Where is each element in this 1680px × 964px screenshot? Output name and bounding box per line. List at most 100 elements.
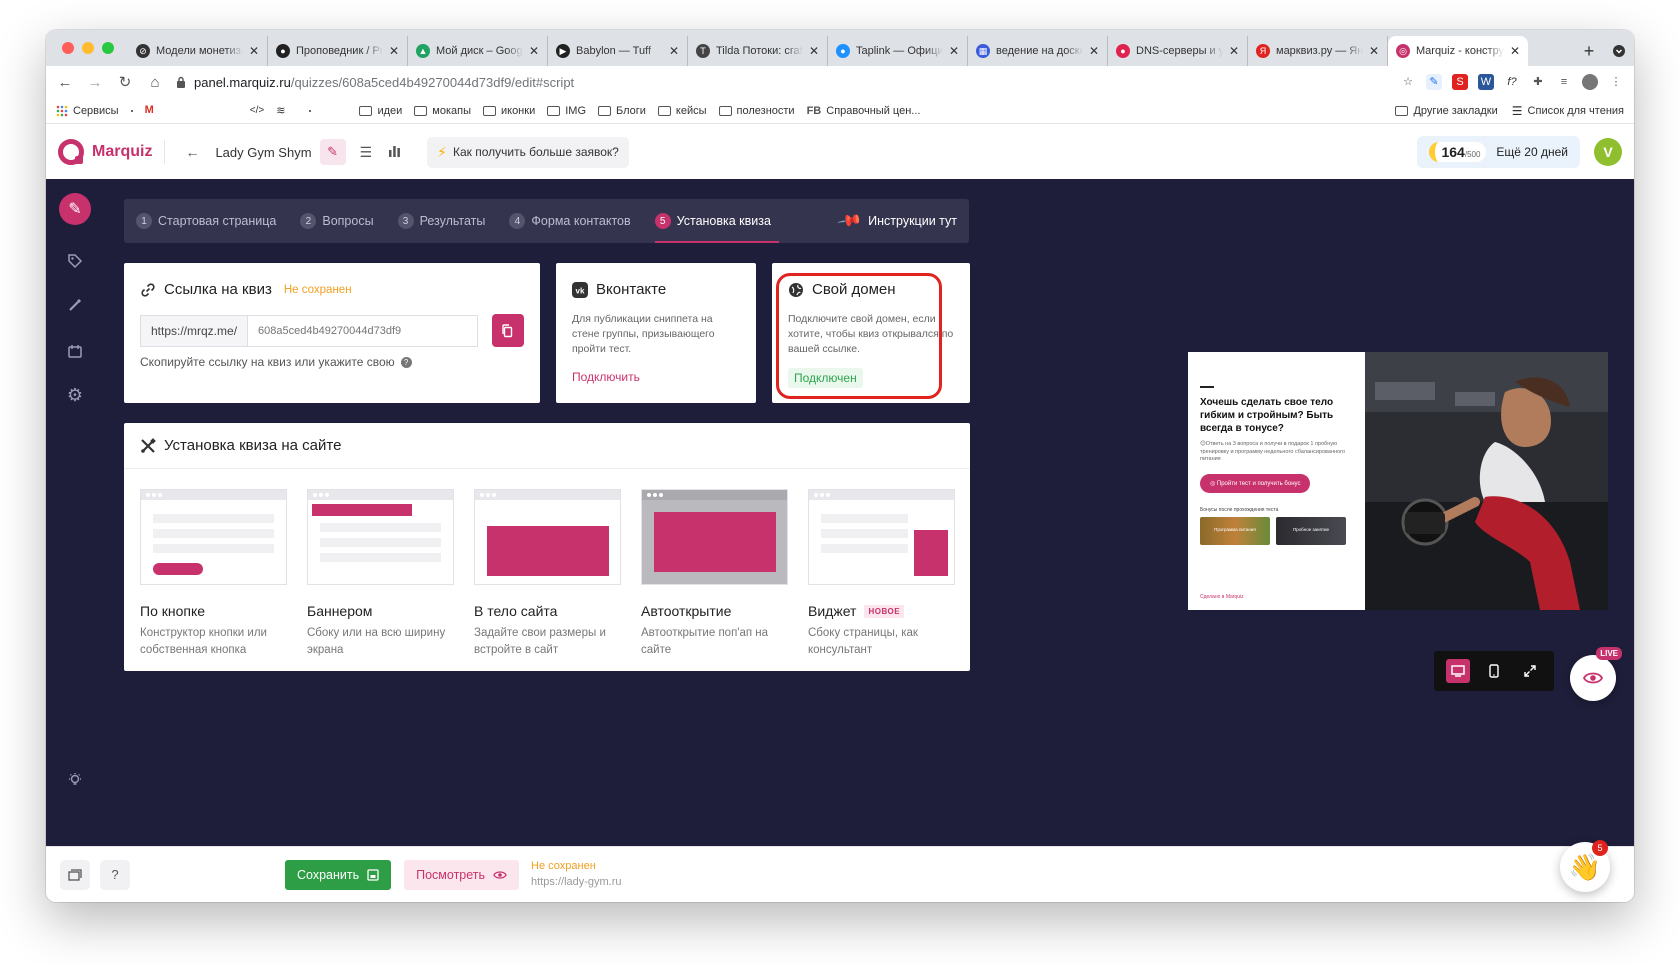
credits-panel[interactable]: 164/500 Ещё 20 дней <box>1417 136 1580 168</box>
step-tab-3[interactable]: 3 Результаты <box>397 199 485 243</box>
youtube-bookmark-icon[interactable] <box>130 109 133 112</box>
close-tab-icon[interactable]: ✕ <box>949 44 959 58</box>
save-button[interactable]: Сохранить <box>285 859 392 890</box>
browser-tab[interactable]: ▶ Babylon — Tuff ✕ <box>548 36 688 66</box>
close-tab-icon[interactable]: ✕ <box>1089 44 1099 58</box>
copy-link-button[interactable] <box>491 314 524 347</box>
close-tab-icon[interactable]: ✕ <box>389 44 399 58</box>
tab-title: Marquiz - констру <box>1416 45 1504 57</box>
minimize-window-button[interactable] <box>82 42 94 54</box>
user-avatar[interactable]: V <box>1594 138 1622 166</box>
extension-w-icon[interactable]: W <box>1478 74 1494 90</box>
extension-f-icon[interactable]: f? <box>1504 74 1520 90</box>
profile-avatar-icon[interactable] <box>1582 74 1598 90</box>
close-tab-icon[interactable]: ✕ <box>529 44 539 58</box>
sidebar-tag-icon[interactable] <box>59 245 91 277</box>
install-option-button[interactable]: По кнопке Конструктор кнопки или собстве… <box>140 489 287 660</box>
reading-list[interactable]: ☰ Список для чтения <box>1512 104 1624 118</box>
vk-connect-link[interactable]: Подключить <box>572 370 640 384</box>
live-preview-button[interactable]: LIVE <box>1570 647 1622 701</box>
reload-icon[interactable]: ↻ <box>116 73 134 91</box>
step-number: 4 <box>509 213 526 229</box>
fullscreen-expand-icon[interactable] <box>1518 659 1542 683</box>
bookmark-folder-img[interactable]: IMG <box>547 105 586 117</box>
close-window-button[interactable] <box>62 42 74 54</box>
step-tab-5[interactable]: 5 Установка квиза <box>654 199 780 243</box>
reading-list-icon[interactable]: ≡ <box>1556 74 1572 90</box>
stats-bar-chart-icon[interactable] <box>380 144 409 160</box>
browser-tab[interactable]: ● Taplink — Официа ✕ <box>828 36 968 66</box>
help-question-icon[interactable]: ? <box>400 356 412 368</box>
preview-bonus-card: Пробное занятие <box>1276 517 1346 546</box>
forward-icon[interactable]: → <box>86 74 104 91</box>
install-option-embed[interactable]: В тело сайта Задайте свои размеры и встр… <box>474 489 621 660</box>
extensions-puzzle-icon[interactable]: ✚ <box>1530 74 1546 90</box>
custom-domain-card[interactable]: Свой домен Подключите свой домен, если х… <box>772 263 970 403</box>
bookmark-folder-useful[interactable]: полезности <box>718 105 795 117</box>
step-tab-2[interactable]: 2 Вопросы <box>300 199 374 243</box>
extensions-area: ☆ ✎ S W f? ✚ ≡ ⋮ <box>1400 74 1624 90</box>
url-field[interactable]: panel.marquiz.ru/quizzes/608a5ced4b49270… <box>176 75 1388 90</box>
browser-tab[interactable]: Ямарквиз.ру — Янд ✕ <box>1248 36 1388 66</box>
browser-tab[interactable]: ▲ Мой диск – Googl ✕ <box>408 36 548 66</box>
get-more-leads-button[interactable]: ⚡ Как получить больше заявок? <box>427 136 629 168</box>
back-icon[interactable]: ← <box>56 74 74 91</box>
close-tab-icon[interactable]: ✕ <box>1510 44 1520 58</box>
code-bookmark-icon[interactable]: </> <box>250 105 264 116</box>
preview-start-button[interactable]: ◎ Пройти тест и получить бонус <box>1200 474 1311 494</box>
sidebar-brush-icon[interactable] <box>59 289 91 321</box>
step-tab-4[interactable]: 4 Форма контактов <box>509 199 631 243</box>
close-tab-icon[interactable]: ✕ <box>1369 44 1379 58</box>
desktop-view-icon[interactable] <box>1446 659 1470 683</box>
close-tab-icon[interactable]: ✕ <box>249 44 259 58</box>
install-option-banner[interactable]: Баннером Сбоку или на всю ширину экрана <box>307 489 454 660</box>
sidebar-integrations-icon[interactable] <box>59 335 91 367</box>
wifi-bookmark-icon[interactable]: ≋ <box>276 104 285 117</box>
sidebar-edit-pencil-icon[interactable]: ✎ <box>59 193 91 225</box>
close-tab-icon[interactable]: ✕ <box>1229 44 1239 58</box>
extension-s-icon[interactable]: S <box>1452 74 1468 90</box>
sidebar-settings-gear-icon[interactable]: ⚙ <box>59 379 91 411</box>
install-option-widget[interactable]: Виджет НОВОЕ Сбоку страницы, как консуль… <box>808 489 955 660</box>
zoom-window-button[interactable] <box>102 42 114 54</box>
close-tab-icon[interactable]: ✕ <box>809 44 819 58</box>
list-icon[interactable]: ☰ <box>352 144 381 161</box>
other-bookmarks[interactable]: Другие закладки <box>1395 104 1498 118</box>
preview-button[interactable]: Посмотреть <box>404 859 520 890</box>
notifications-wave-button[interactable]: 👋 5 <box>1560 840 1610 892</box>
browser-tab[interactable]: ◎ Marquiz - констру ✕ <box>1388 36 1528 66</box>
browser-tab[interactable]: ▦ ведение на доске ✕ <box>968 36 1108 66</box>
tab-search-button[interactable] <box>1604 36 1634 66</box>
bookmark-folder-ideas[interactable]: идеи <box>359 105 402 117</box>
bookmark-fb-help[interactable]: FB Справочный цен... <box>807 105 921 117</box>
bookmark-folder-cases[interactable]: кейсы <box>657 105 707 117</box>
browser-tab[interactable]: ⊘ Модели монетиза ✕ <box>128 36 268 66</box>
bookmark-star-icon[interactable]: ☆ <box>1400 74 1416 90</box>
extension-pen-icon[interactable]: ✎ <box>1426 74 1442 90</box>
sidebar-lightbulb-icon[interactable] <box>59 764 91 796</box>
bookmark-services[interactable]: Сервисы <box>56 105 119 117</box>
history-icon[interactable] <box>60 859 90 890</box>
quiz-preview[interactable]: Хочешь сделать свое тело гибким и стройн… <box>1188 352 1608 610</box>
bookmark-folder-blogs[interactable]: Блоги <box>598 105 646 117</box>
link-slug-input[interactable] <box>247 314 478 347</box>
gmail-bookmark-icon[interactable]: M <box>145 104 154 117</box>
new-tab-button[interactable]: + <box>1574 36 1604 66</box>
install-option-autoopen[interactable]: Автооткрытие Автооткрытие поп'ап на сайт… <box>641 489 788 660</box>
step-tab-1[interactable]: 1 Стартовая страница <box>136 199 276 243</box>
instructions-link[interactable]: 📌 Инструкции тут <box>837 209 957 234</box>
home-icon[interactable]: ⌂ <box>146 74 164 91</box>
browser-menu-icon[interactable]: ⋮ <box>1608 74 1624 90</box>
browser-tab[interactable]: T Tilda Потоки: craf ✕ <box>688 36 828 66</box>
bookmark-folder-mockups[interactable]: мокапы <box>414 105 471 117</box>
browser-tab[interactable]: ● DNS-серверы и у ✕ <box>1108 36 1248 66</box>
browser-tab[interactable]: ● Проповедник / Pr ✕ <box>268 36 408 66</box>
bookmark-folder-icons[interactable]: иконки <box>482 105 535 117</box>
tilda-bookmark-icon[interactable] <box>309 109 312 112</box>
close-tab-icon[interactable]: ✕ <box>669 44 679 58</box>
edit-name-pencil-icon[interactable]: ✎ <box>319 139 346 165</box>
mobile-view-icon[interactable] <box>1482 659 1506 683</box>
back-arrow-icon[interactable]: ← <box>177 144 207 160</box>
help-button[interactable]: ? <box>100 859 130 890</box>
marquiz-logo[interactable]: Marquiz <box>58 139 152 165</box>
